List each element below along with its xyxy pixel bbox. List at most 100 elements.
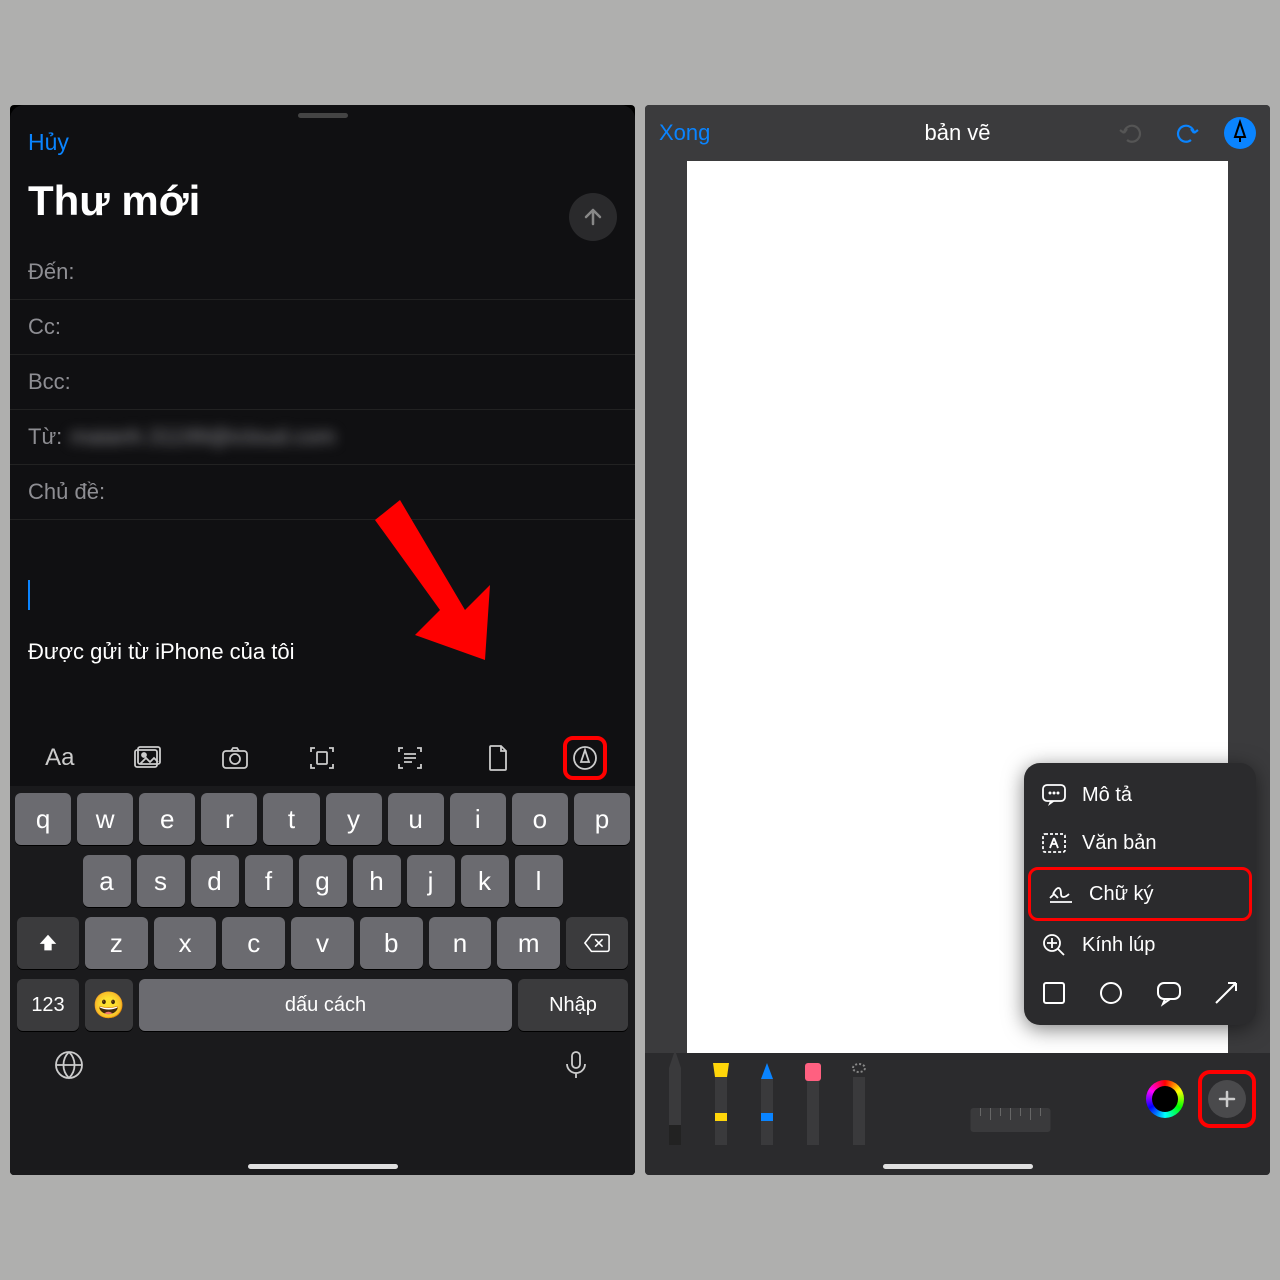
space-key[interactable]: dấu cách xyxy=(139,979,512,1031)
subject-field[interactable]: Chủ đề: xyxy=(10,465,635,520)
globe-icon xyxy=(53,1049,85,1081)
from-field[interactable]: Từ:maianh.31199@icloud.com xyxy=(10,410,635,465)
text-box-icon xyxy=(1040,829,1068,857)
circle-shape-icon[interactable] xyxy=(1097,979,1125,1007)
arrow-shape-icon[interactable] xyxy=(1212,979,1240,1007)
arrow-up-icon xyxy=(581,205,605,229)
key-d[interactable]: d xyxy=(191,855,239,907)
sheet-grabber[interactable] xyxy=(298,113,348,118)
delete-key[interactable] xyxy=(566,917,628,969)
add-menu-popup: Mô tả Văn bản Chữ ký Kính lúp xyxy=(1024,763,1256,1025)
mic-icon xyxy=(560,1049,592,1081)
key-r[interactable]: r xyxy=(201,793,257,845)
plus-icon xyxy=(1217,1089,1237,1109)
emoji-key[interactable]: 😀 xyxy=(85,979,133,1031)
text-format-button[interactable]: Aa xyxy=(38,736,82,780)
scan-text-button[interactable] xyxy=(388,736,432,780)
markup-toggle-button[interactable] xyxy=(1224,117,1256,149)
cancel-button[interactable]: Hủy xyxy=(28,129,69,156)
key-e[interactable]: e xyxy=(139,793,195,845)
speech-shape-icon[interactable] xyxy=(1155,979,1183,1007)
keyboard: qwertyuiop asdfghjkl zxcvbnm 123 😀 dấu c… xyxy=(10,786,635,1175)
speech-bubble-icon xyxy=(1040,781,1068,809)
attach-file-button[interactable] xyxy=(476,736,520,780)
key-k[interactable]: k xyxy=(461,855,509,907)
key-x[interactable]: x xyxy=(154,917,217,969)
shift-icon xyxy=(37,932,59,954)
shift-key[interactable] xyxy=(17,917,79,969)
pen-tip-icon xyxy=(1224,117,1256,149)
key-u[interactable]: u xyxy=(388,793,444,845)
key-n[interactable]: n xyxy=(429,917,492,969)
key-m[interactable]: m xyxy=(497,917,560,969)
scan-document-icon xyxy=(307,743,337,773)
document-icon xyxy=(483,743,513,773)
undo-button[interactable] xyxy=(1116,117,1148,149)
bcc-field[interactable]: Bcc: xyxy=(10,355,635,410)
signature-icon xyxy=(1047,880,1075,908)
camera-button[interactable] xyxy=(213,736,257,780)
done-button[interactable]: Xong xyxy=(659,120,710,146)
numbers-key[interactable]: 123 xyxy=(17,979,79,1031)
markup-header: Xong bản vẽ xyxy=(645,105,1270,161)
camera-icon xyxy=(220,743,250,773)
key-l[interactable]: l xyxy=(515,855,563,907)
magnifier-menu-item[interactable]: Kính lúp xyxy=(1024,921,1256,969)
scan-document-button[interactable] xyxy=(300,736,344,780)
text-cursor xyxy=(28,580,30,610)
undo-icon xyxy=(1116,117,1148,149)
pen-tool[interactable] xyxy=(659,1050,691,1145)
key-y[interactable]: y xyxy=(326,793,382,845)
backspace-icon xyxy=(584,932,610,954)
markup-icon xyxy=(570,743,600,773)
key-i[interactable]: i xyxy=(450,793,506,845)
redo-icon xyxy=(1170,117,1202,149)
key-h[interactable]: h xyxy=(353,855,401,907)
key-a[interactable]: a xyxy=(83,855,131,907)
key-o[interactable]: o xyxy=(512,793,568,845)
key-c[interactable]: c xyxy=(222,917,285,969)
lasso-tool[interactable] xyxy=(843,1063,875,1145)
signature-menu-item[interactable]: Chữ ký xyxy=(1028,867,1252,921)
key-t[interactable]: t xyxy=(263,793,319,845)
email-signature: Được gửi từ iPhone của tôi xyxy=(28,639,617,665)
cc-field[interactable]: Cc: xyxy=(10,300,635,355)
describe-menu-item[interactable]: Mô tả xyxy=(1024,771,1256,819)
key-g[interactable]: g xyxy=(299,855,347,907)
send-button[interactable] xyxy=(569,193,617,241)
document-title: bản vẽ xyxy=(924,120,990,146)
compose-toolbar: Aa xyxy=(10,730,635,786)
markup-toolbar xyxy=(645,1053,1270,1175)
text-menu-item[interactable]: Văn bản xyxy=(1024,819,1256,867)
magnifier-icon xyxy=(1040,931,1068,959)
pencil-tool[interactable] xyxy=(751,1063,783,1145)
globe-button[interactable] xyxy=(53,1049,85,1086)
body-textarea[interactable]: Được gửi từ iPhone của tôi xyxy=(28,580,617,665)
redo-button[interactable] xyxy=(1170,117,1202,149)
home-indicator[interactable] xyxy=(248,1164,398,1169)
markup-button[interactable] xyxy=(563,736,607,780)
key-z[interactable]: z xyxy=(85,917,148,969)
color-picker[interactable] xyxy=(1146,1080,1184,1118)
highlighter-tool[interactable] xyxy=(705,1063,737,1145)
key-f[interactable]: f xyxy=(245,855,293,907)
add-button[interactable] xyxy=(1208,1080,1246,1118)
photos-icon xyxy=(132,743,162,773)
eraser-tool[interactable] xyxy=(797,1063,829,1145)
key-p[interactable]: p xyxy=(574,793,630,845)
ruler-tool[interactable] xyxy=(889,1100,1132,1145)
key-v[interactable]: v xyxy=(291,917,354,969)
photos-button[interactable] xyxy=(125,736,169,780)
key-q[interactable]: q xyxy=(15,793,71,845)
scan-text-icon xyxy=(395,743,425,773)
to-field[interactable]: Đến: xyxy=(10,245,635,300)
enter-key[interactable]: Nhập xyxy=(518,979,628,1031)
key-j[interactable]: j xyxy=(407,855,455,907)
key-s[interactable]: s xyxy=(137,855,185,907)
annotation-arrow xyxy=(370,490,510,670)
dictation-button[interactable] xyxy=(560,1049,592,1086)
key-w[interactable]: w xyxy=(77,793,133,845)
home-indicator[interactable] xyxy=(883,1164,1033,1169)
square-shape-icon[interactable] xyxy=(1040,979,1068,1007)
key-b[interactable]: b xyxy=(360,917,423,969)
